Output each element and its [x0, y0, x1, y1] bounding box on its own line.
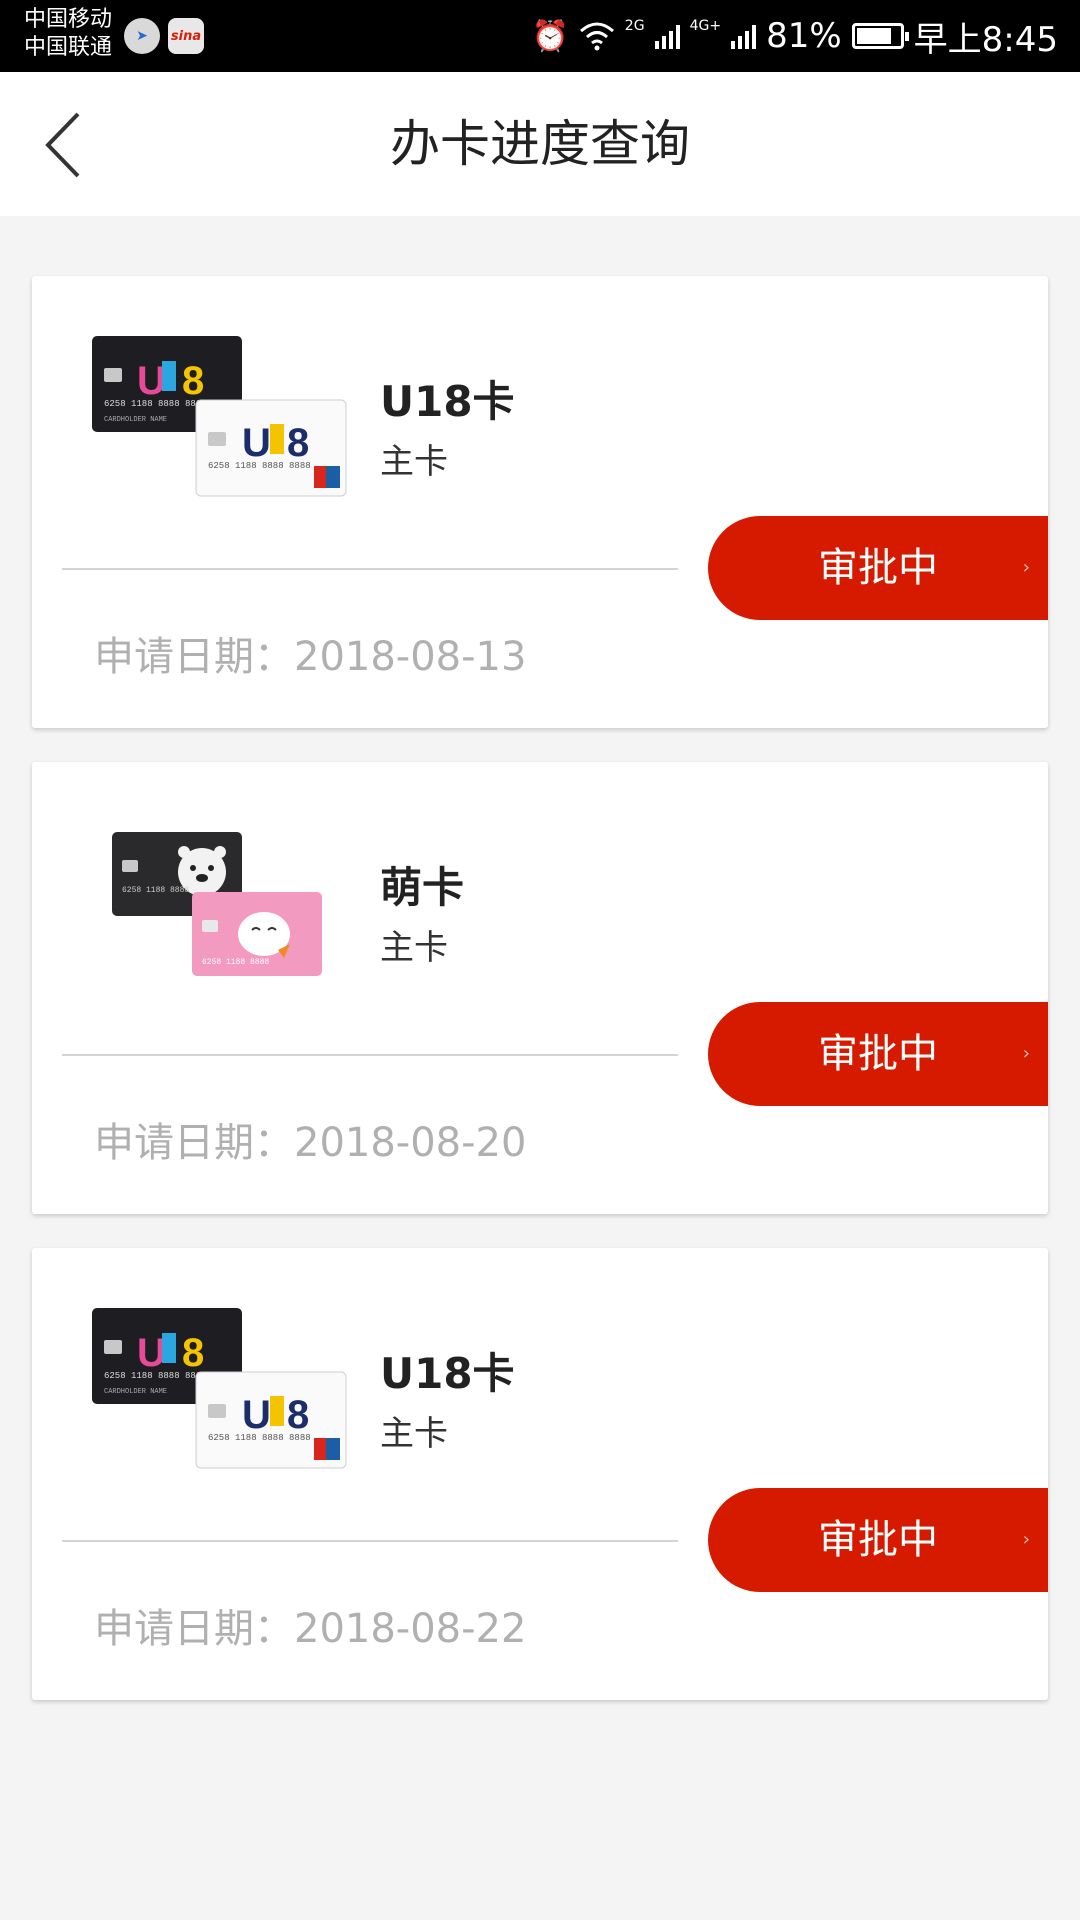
sina-notification-icon: sina [168, 18, 204, 54]
svg-text:6258 1188 8888 8888: 6258 1188 8888 8888 [104, 399, 207, 409]
u18-card-image: U 8 6258 1188 8888 8888 CARDHOLDER NAME … [92, 1308, 347, 1469]
divider [62, 1054, 678, 1056]
application-card[interactable]: U 8 6258 1188 8888 8888 CARDHOLDER NAME … [32, 1248, 1048, 1700]
svg-text:6258 1188 8888 8888: 6258 1188 8888 8888 [104, 1371, 207, 1381]
application-date: 申请日期：2018-08-13 [94, 634, 527, 680]
svg-text:8: 8 [287, 1393, 309, 1437]
cute-card-image: 6258 1188 8888 6258 1188 8888 [112, 832, 322, 976]
svg-text:U: U [242, 1393, 271, 1437]
carrier-2-label: 中国联通 [24, 35, 113, 60]
network-4g-label: 4G+ [689, 18, 722, 34]
svg-text:6258 1188 8888: 6258 1188 8888 [122, 886, 189, 895]
sina-label: sina [170, 28, 202, 44]
page-title: 办卡进度查询 [390, 115, 690, 173]
application-date: 申请日期：2018-08-22 [94, 1606, 527, 1652]
chevron-right-icon: › [1022, 1043, 1030, 1064]
clock: 早上8:45 [913, 19, 1058, 60]
svg-text:CARDHOLDER NAME: CARDHOLDER NAME [104, 416, 167, 424]
divider [62, 568, 678, 570]
status-button[interactable]: 审批中 › [708, 1488, 1048, 1592]
card-name: 萌卡 [380, 863, 465, 912]
status-indicators: ⏰ 2G 4G+ 81% 早上8:45 [531, 0, 1058, 72]
status-label: 审批中 [818, 1517, 938, 1563]
carrier-1-label: 中国移动 [24, 7, 113, 32]
page-header: 办卡进度查询 [0, 72, 1080, 216]
svg-text:CARDHOLDER NAME: CARDHOLDER NAME [104, 1388, 167, 1396]
card-type: 主卡 [380, 442, 448, 482]
battery-percent: 81% [766, 16, 842, 56]
card-type: 主卡 [380, 1414, 448, 1454]
signal-2g-icon [654, 23, 680, 49]
signal-4g-icon [731, 23, 757, 49]
wifi-icon [579, 22, 614, 51]
status-bar: 中国移动 中国联通 ➤ sina ⏰ 2G 4G+ 81% 早上8:45 [0, 0, 1080, 72]
status-label: 审批中 [818, 545, 938, 591]
svg-text:6258 1188 8888 8888: 6258 1188 8888 8888 [208, 1433, 311, 1443]
chevron-right-icon: › [1022, 557, 1030, 578]
divider [62, 1540, 678, 1542]
carrier-info: 中国移动 中国联通 [24, 6, 112, 62]
network-2g-label: 2G [624, 18, 645, 34]
status-button[interactable]: 审批中 › [708, 1002, 1048, 1106]
card-name: U18卡 [380, 377, 515, 426]
svg-text:U: U [242, 421, 271, 465]
telegram-notification-icon: ➤ [124, 18, 160, 54]
status-button[interactable]: 审批中 › [708, 516, 1048, 620]
u18-card-image: U 8 6258 1188 8888 8888 CARDHOLDER NAME … [92, 336, 347, 497]
card-name: U18卡 [380, 1349, 515, 1398]
svg-text:U: U [137, 359, 166, 403]
svg-text:U: U [137, 1331, 166, 1375]
battery-level [856, 28, 891, 44]
chevron-left-icon[interactable] [40, 110, 100, 180]
svg-text:8: 8 [287, 421, 309, 465]
svg-text:8: 8 [182, 1331, 204, 1375]
status-label: 审批中 [818, 1031, 938, 1077]
alarm-icon: ⏰ [531, 18, 569, 54]
application-card[interactable]: U 8 6258 1188 8888 8888 CARDHOLDER NAME … [32, 276, 1048, 728]
card-type: 主卡 [380, 928, 448, 968]
application-card[interactable]: 6258 1188 8888 6258 1188 8888 萌卡 主卡 审批中 … [32, 762, 1048, 1214]
application-date: 申请日期：2018-08-20 [94, 1120, 527, 1166]
svg-text:6258 1188 8888: 6258 1188 8888 [202, 958, 269, 967]
svg-text:8: 8 [182, 359, 204, 403]
battery-icon [851, 23, 909, 49]
svg-text:6258 1188 8888 8888: 6258 1188 8888 8888 [208, 461, 311, 471]
chevron-right-icon: › [1022, 1529, 1030, 1550]
